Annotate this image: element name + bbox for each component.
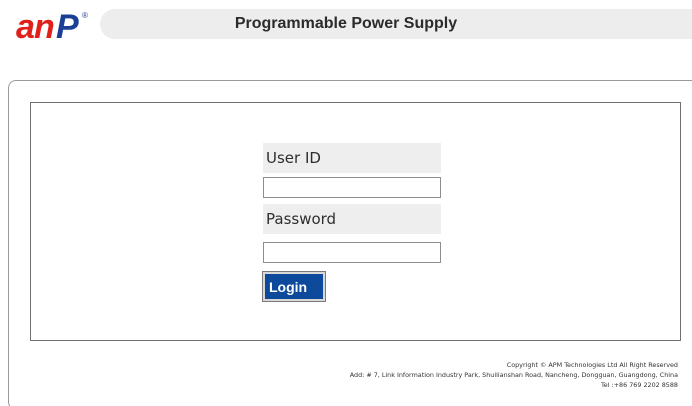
user-id-input[interactable] — [263, 177, 441, 198]
user-id-label: User ID — [263, 143, 441, 173]
svg-text:a: a — [16, 8, 34, 42]
apm-logo: a n P ® — [16, 8, 96, 46]
copyright-text: Copyright © APM Technologies Ltd All Rig… — [506, 361, 678, 369]
phone-text: Tel :+86 769 2202 8588 — [600, 381, 678, 389]
svg-text:P: P — [56, 8, 79, 42]
password-label: Password — [263, 204, 441, 234]
page-title: Programmable Power Supply — [234, 15, 458, 32]
registered-mark: ® — [82, 11, 88, 20]
login-button[interactable]: Login — [262, 271, 326, 302]
address-text: Add: # 7, Link Information Industry Park… — [349, 371, 678, 379]
title-bar: Programmable Power Supply — [100, 9, 692, 39]
password-input[interactable] — [263, 242, 441, 263]
svg-text:n: n — [34, 8, 54, 42]
footer: Copyright © APM Technologies Ltd All Rig… — [350, 360, 678, 390]
